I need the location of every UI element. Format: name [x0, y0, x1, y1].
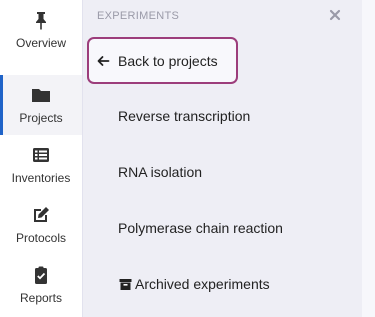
nav-item-reports[interactable]: Reports [0, 255, 82, 315]
experiment-item[interactable]: Polymerase chain reaction [83, 209, 362, 249]
experiment-label: Polymerase chain reaction [118, 220, 283, 236]
experiment-label: RNA isolation [118, 164, 203, 180]
arrow-left-icon [97, 56, 110, 66]
folder-icon [32, 89, 50, 102]
nav-item-label: Reports [19, 291, 63, 305]
left-navigation: Overview Projects Inventories Protocols [0, 0, 83, 317]
clipboard-check-icon [35, 266, 47, 284]
nav-item-label: Projects [19, 111, 63, 125]
archive-icon [119, 279, 132, 290]
experiments-panel: EXPERIMENTS Back to projects Reverse tra… [83, 0, 362, 317]
experiment-item[interactable]: RNA isolation [83, 153, 362, 193]
list-icon [33, 148, 49, 162]
edit-icon [34, 207, 49, 222]
experiment-label: Reverse transcription [118, 108, 251, 124]
panel-title: EXPERIMENTS [97, 10, 180, 22]
back-button-label: Back to projects [118, 53, 218, 69]
archived-experiments-label: Archived experiments [135, 276, 270, 292]
nav-item-overview[interactable]: Overview [0, 0, 82, 60]
close-icon[interactable] [327, 7, 343, 23]
scrollbar[interactable] [362, 0, 375, 317]
nav-item-label: Overview [15, 36, 66, 50]
back-to-projects-button[interactable]: Back to projects [87, 37, 238, 84]
nav-item-label: Inventories [11, 171, 71, 185]
experiment-item[interactable]: Reverse transcription [83, 97, 362, 137]
nav-item-protocols[interactable]: Protocols [0, 195, 82, 255]
archived-experiments-link[interactable]: Archived experiments [83, 265, 362, 305]
nav-item-label: Protocols [15, 231, 67, 245]
pin-icon [36, 12, 46, 30]
nav-item-projects[interactable]: Projects [0, 75, 82, 135]
nav-item-inventories[interactable]: Inventories [0, 135, 82, 195]
